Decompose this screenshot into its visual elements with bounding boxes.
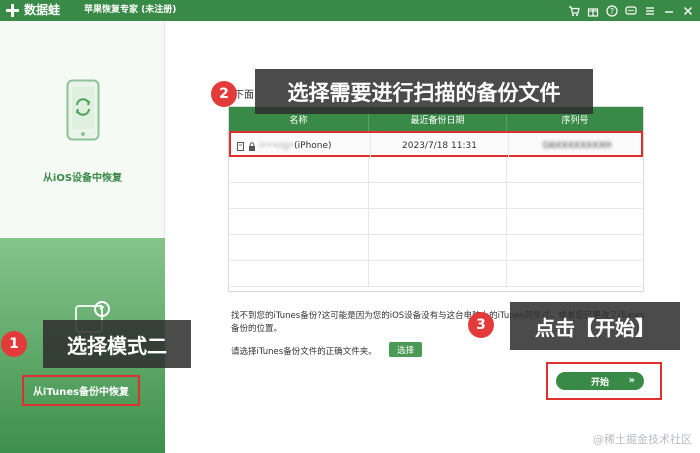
title-bar: 数据蛙 苹果恢复专家 (未注册) ? bbox=[0, 0, 700, 21]
step-2-callout: 选择需要进行扫描的备份文件 bbox=[255, 69, 593, 114]
step-2-badge: 2 bbox=[211, 81, 237, 107]
table-row-empty bbox=[229, 157, 643, 183]
step-3-badge: 3 bbox=[468, 312, 494, 338]
watermark: @稀土掘金技术社区 bbox=[593, 433, 692, 446]
choose-folder-button[interactable]: 选择 bbox=[389, 342, 422, 357]
minimize-icon[interactable] bbox=[663, 5, 675, 17]
phone-restore-icon bbox=[66, 79, 100, 145]
backup-name-cell: i•••ng• (iPhone) bbox=[231, 133, 371, 159]
backup-device-name: i•••ng• bbox=[259, 141, 295, 151]
start-button[interactable]: 开始 » bbox=[556, 372, 644, 390]
table-row[interactable]: i•••ng• (iPhone) 2023/7/18 11:31 G6XXXXX… bbox=[229, 131, 643, 159]
svg-text:?: ? bbox=[610, 7, 614, 16]
step-3-callout: 点击【开始】 bbox=[510, 302, 680, 350]
backup-date-cell: 2023/7/18 11:31 bbox=[371, 133, 509, 159]
cart-icon[interactable] bbox=[568, 5, 580, 17]
backup-table: 名称 最近备份日期 序列号 i•••ng• (iPhone) 2023/7/18… bbox=[228, 106, 644, 292]
lock-icon bbox=[248, 141, 256, 151]
backup-device-type: (iPhone) bbox=[294, 141, 332, 151]
table-row-empty bbox=[229, 209, 643, 235]
chat-icon[interactable] bbox=[625, 5, 637, 17]
table-body: i•••ng• (iPhone) 2023/7/18 11:31 G6XXXXX… bbox=[229, 131, 643, 291]
app-name: 数据蛙 bbox=[24, 3, 61, 17]
close-icon[interactable] bbox=[682, 5, 694, 17]
sidebar: 从iOS设备中恢复 从iTunes备份中恢复 bbox=[0, 21, 165, 453]
window-controls: ? bbox=[568, 3, 694, 18]
menu-icon[interactable] bbox=[644, 5, 656, 17]
table-row-empty bbox=[229, 235, 643, 261]
help-icon[interactable]: ? bbox=[606, 4, 618, 17]
mode-itunes-backup-label: 从iTunes备份中恢复 bbox=[22, 375, 140, 406]
table-row-empty bbox=[229, 183, 643, 209]
backup-serial-cell: G6XXXXXXXXH bbox=[542, 141, 612, 151]
step-1-callout: 选择模式二 bbox=[43, 320, 191, 368]
window-title: 苹果恢复专家 (未注册) bbox=[84, 5, 177, 15]
start-button-label: 开始 bbox=[590, 377, 609, 388]
table-row-empty bbox=[229, 261, 643, 287]
backup-file-icon bbox=[237, 141, 245, 151]
double-arrow-icon: » bbox=[628, 375, 635, 386]
app-logo-icon bbox=[5, 3, 20, 18]
choose-folder-text: 请选择iTunes备份文件的正确文件夹。 bbox=[231, 347, 377, 357]
table-prompt: 下面 bbox=[234, 90, 254, 101]
gift-icon[interactable] bbox=[587, 5, 599, 17]
mode-ios-device[interactable]: 从iOS设备中恢复 bbox=[0, 21, 165, 238]
mode-ios-device-label: 从iOS设备中恢复 bbox=[42, 173, 123, 184]
step-1-badge: 1 bbox=[1, 331, 27, 357]
